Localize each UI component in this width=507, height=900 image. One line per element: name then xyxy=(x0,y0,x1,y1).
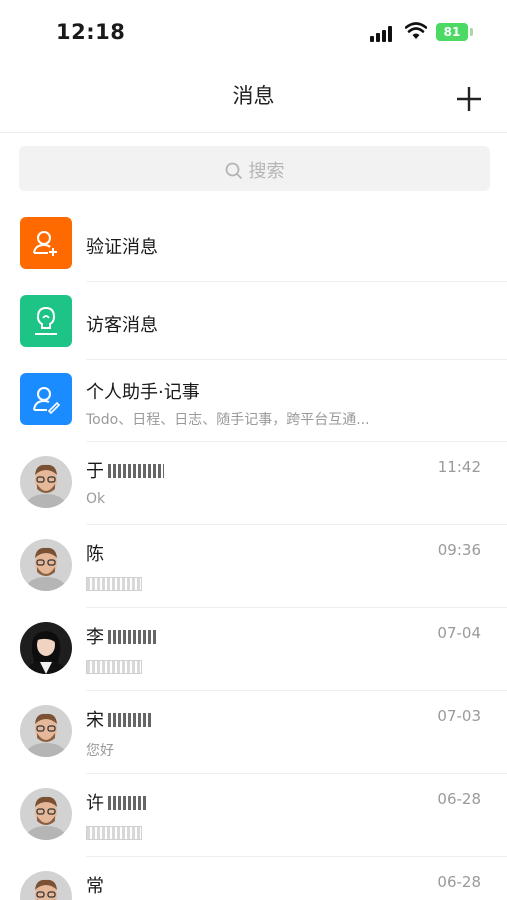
chat-name: 于 xyxy=(86,457,164,483)
chat-row[interactable]: 于 Ok 11:42 xyxy=(0,442,507,525)
chat-row[interactable]: 许 06-28 xyxy=(0,774,507,857)
nav-bar: 消息 xyxy=(0,62,507,133)
chat-name-text: 李 xyxy=(86,627,104,648)
chat-name: 常 xyxy=(86,876,104,897)
chat-message xyxy=(86,826,142,843)
list-item-assistant[interactable]: 个人助手·记事 Todo、日程、日志、随手记事，跨平台互通... xyxy=(0,360,507,442)
verification-title: 验证消息 xyxy=(86,237,158,258)
status-bar: 12:18 81 xyxy=(0,0,507,62)
chat-time: 09:36 xyxy=(437,541,481,559)
wifi-icon xyxy=(405,22,427,39)
chat-name: 许 xyxy=(86,789,146,815)
search-input[interactable]: 搜索 xyxy=(19,146,490,191)
redacted-message xyxy=(86,660,142,674)
chat-row[interactable]: 陈 09:36 xyxy=(0,525,507,608)
man-avatar xyxy=(20,705,72,757)
chat-name-text: 许 xyxy=(86,793,104,814)
chat-time: 06-28 xyxy=(437,873,481,891)
redacted-message xyxy=(86,577,142,591)
list-item-verification[interactable]: 验证消息 xyxy=(0,204,507,282)
chat-name-text: 于 xyxy=(86,461,104,482)
chat-time: 07-03 xyxy=(437,707,481,725)
battery-icon: 81 xyxy=(436,23,468,41)
visitors-title: 访客消息 xyxy=(86,315,158,336)
chat-row[interactable]: 李 07-04 xyxy=(0,608,507,691)
man-avatar xyxy=(20,871,72,900)
chat-name: 李 xyxy=(86,623,158,649)
visitor-icon xyxy=(20,295,72,347)
chat-message: Ok xyxy=(86,491,106,507)
chat-name: 陈 xyxy=(86,544,104,565)
chat-time: 11:42 xyxy=(437,458,481,476)
chat-message xyxy=(86,577,142,594)
man-avatar xyxy=(20,788,72,840)
man-avatar xyxy=(20,539,72,591)
redacted-name xyxy=(108,630,158,644)
chat-row[interactable]: 常 06-28 xyxy=(0,857,507,900)
cellular-signal-icon xyxy=(370,26,396,42)
chat-time: 06-28 xyxy=(437,790,481,808)
assistant-icon xyxy=(20,373,72,425)
chat-message xyxy=(86,660,142,677)
redacted-name xyxy=(108,713,152,727)
list-item-visitors[interactable]: 访客消息 xyxy=(0,282,507,360)
assistant-title: 个人助手·记事 xyxy=(86,382,200,403)
redacted-name xyxy=(108,796,146,810)
redacted-name xyxy=(108,464,164,478)
chat-message: 您好 xyxy=(86,743,114,759)
man-avatar xyxy=(20,456,72,508)
battery-level: 81 xyxy=(443,25,461,39)
battery-cap xyxy=(470,28,473,36)
plus-icon[interactable] xyxy=(452,82,486,116)
chat-name-text: 宋 xyxy=(86,710,104,731)
chat-name: 宋 xyxy=(86,706,152,732)
chat-time: 07-04 xyxy=(437,624,481,642)
add-user-icon xyxy=(20,217,72,269)
search-placeholder: 搜索 xyxy=(248,161,285,182)
page-title: 消息 xyxy=(232,84,275,108)
chat-row[interactable]: 宋 您好 07-03 xyxy=(0,691,507,774)
assistant-subtitle: Todo、日程、日志、随手记事，跨平台互通... xyxy=(86,412,370,428)
redacted-message xyxy=(86,826,142,840)
woman-avatar xyxy=(20,622,72,674)
search-icon xyxy=(225,162,242,180)
status-time: 12:18 xyxy=(56,20,126,44)
